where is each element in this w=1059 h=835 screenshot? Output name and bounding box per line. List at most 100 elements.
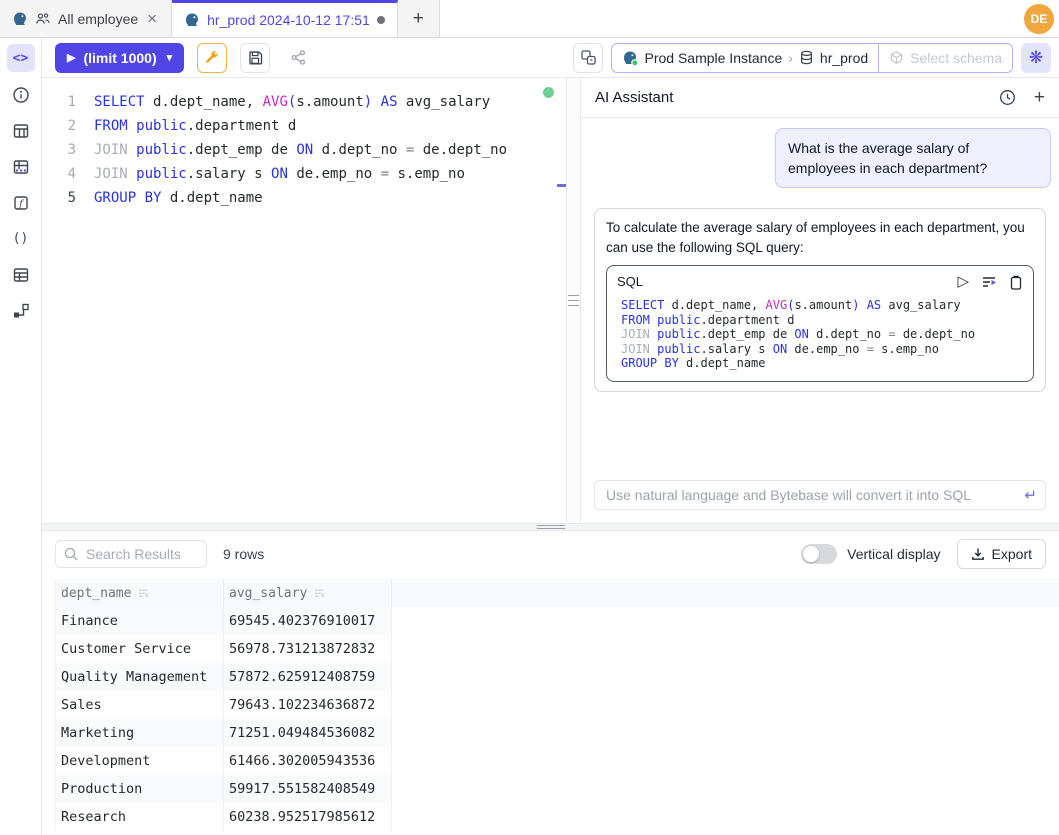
table-row[interactable]: Finance69545.402376910017 xyxy=(55,607,392,635)
table-cell[interactable]: 59917.551582408549 xyxy=(224,775,392,803)
batch-mode-button[interactable] xyxy=(573,43,603,73)
table-row[interactable]: Sales79643.102234636872 xyxy=(55,691,392,719)
editor-toolbar: ▶ (limit 1000) ▾ xyxy=(42,38,1059,78)
column-header[interactable]: dept_name xyxy=(56,579,224,607)
run-query-button[interactable]: ▶ (limit 1000) ▾ xyxy=(55,43,184,73)
insert-into-editor-button[interactable] xyxy=(981,275,997,289)
left-sidebar: <> f () xyxy=(0,38,42,835)
connection-breadcrumb: Prod Sample Instance › hr_prod Select sc… xyxy=(611,43,1013,73)
table-cell[interactable]: Finance xyxy=(56,607,224,635)
table-cell[interactable]: Quality Management xyxy=(56,663,224,691)
table-row[interactable]: Marketing71251.049484536082 xyxy=(55,719,392,747)
sidebar-item-schema-diagram[interactable] xyxy=(7,297,35,324)
horizontal-splitter[interactable] xyxy=(42,523,1059,531)
table-cell[interactable]: Development xyxy=(56,747,224,775)
table-cell[interactable]: Marketing xyxy=(56,719,224,747)
database-name: hr_prod xyxy=(820,50,868,66)
share-button[interactable] xyxy=(283,43,313,73)
column-label: avg_salary xyxy=(229,586,307,601)
new-chat-button[interactable]: + xyxy=(1034,87,1045,109)
results-grid: dept_name avg_salary Finance69545.4023769… xyxy=(55,579,1059,831)
table-row[interactable]: Production59917.551582408549 xyxy=(55,775,392,803)
table-cell[interactable]: Research xyxy=(56,803,224,831)
line-number: 4 xyxy=(42,162,76,186)
avatar[interactable]: DE xyxy=(1024,4,1054,34)
sidebar-item-procedures[interactable]: () xyxy=(7,225,35,252)
schema-diagram-icon xyxy=(12,302,30,320)
table-cell[interactable]: 61466.302005943536 xyxy=(224,747,392,775)
table-row[interactable]: Research60238.952517985612 xyxy=(55,803,392,831)
results-panel: 9 rows Vertical display Export dept_name… xyxy=(42,531,1059,835)
sort-icon[interactable] xyxy=(313,587,326,600)
table-cell[interactable]: 56978.731213872832 xyxy=(224,635,392,663)
results-header-row: dept_name avg_salary xyxy=(55,579,1059,607)
copy-icon xyxy=(1009,275,1023,290)
editor-line[interactable]: 5GROUP BY d.dept_name xyxy=(42,186,566,210)
table-cell[interactable]: 71251.049484536082 xyxy=(224,719,392,747)
sidebar-item-views[interactable] xyxy=(7,261,35,288)
tab-label: hr_prod 2024-10-12 17:51 xyxy=(207,12,370,28)
editor-line[interactable]: 2FROM public.department d xyxy=(42,114,566,138)
sidebar-item-data[interactable] xyxy=(7,153,35,180)
table-row[interactable]: Customer Service56978.731213872832 xyxy=(55,635,392,663)
table-cell[interactable]: 57872.625912408759 xyxy=(224,663,392,691)
connection-status-dot-icon xyxy=(543,87,554,98)
history-clock-icon[interactable] xyxy=(999,89,1016,106)
postgres-icon xyxy=(12,11,28,27)
code-text: GROUP BY d.dept_name xyxy=(76,186,263,210)
database-grid-icon xyxy=(12,158,30,176)
export-button[interactable]: Export xyxy=(957,539,1046,569)
vertical-display-label: Vertical display xyxy=(847,546,940,562)
editor-line[interactable]: 1SELECT d.dept_name, AVG(s.amount) AS av… xyxy=(42,90,566,114)
select-schema-button[interactable]: Select schema xyxy=(878,44,1012,72)
table-cell[interactable]: Customer Service xyxy=(56,635,224,663)
copy-code-button[interactable] xyxy=(1009,275,1023,290)
sidebar-item-functions[interactable]: f xyxy=(7,189,35,216)
sort-icon[interactable] xyxy=(137,587,150,600)
table-cell[interactable]: Production xyxy=(56,775,224,803)
chevron-down-icon[interactable]: ▾ xyxy=(167,51,173,64)
row-count: 9 rows xyxy=(223,546,264,562)
assistant-message: To calculate the average salary of emplo… xyxy=(594,208,1046,392)
add-tab-button[interactable]: + xyxy=(398,0,440,37)
function-icon: f xyxy=(12,194,30,212)
ai-code-line: SELECT d.dept_name, AVG(s.amount) AS avg… xyxy=(621,298,1023,313)
unsaved-dot-icon xyxy=(377,16,385,24)
ai-chat-area: What is the average salary of employees … xyxy=(581,118,1059,523)
code-text: JOIN public.salary s ON de.emp_no = s.em… xyxy=(76,162,465,186)
return-key-icon: ↵ xyxy=(1024,486,1037,504)
table2-icon xyxy=(12,266,30,284)
table-row[interactable]: Development61466.302005943536 xyxy=(55,747,392,775)
sidebar-item-tables[interactable] xyxy=(7,117,35,144)
table-row[interactable]: Quality Management57872.625912408759 xyxy=(55,663,392,691)
instance-database-selector[interactable]: Prod Sample Instance › hr_prod xyxy=(612,44,878,72)
sidebar-item-info[interactable] xyxy=(7,81,35,108)
info-icon xyxy=(12,86,30,104)
editor-line[interactable]: 4JOIN public.salary s ON de.emp_no = s.e… xyxy=(42,162,566,186)
parentheses-icon: () xyxy=(13,231,29,246)
table-cell[interactable]: 79643.102234636872 xyxy=(224,691,392,719)
sql-editor[interactable]: 1SELECT d.dept_name, AVG(s.amount) AS av… xyxy=(42,78,566,523)
svg-text:f: f xyxy=(18,198,24,209)
nl2sql-input[interactable] xyxy=(594,480,1046,510)
format-sql-button[interactable] xyxy=(197,43,227,73)
close-icon[interactable]: × xyxy=(145,10,159,27)
tab-all-employee[interactable]: All employee × xyxy=(0,0,172,37)
table-cell[interactable]: 69545.402376910017 xyxy=(224,607,392,635)
schema-placeholder: Select schema xyxy=(910,50,1002,66)
openai-assistant-button[interactable]: ❋ xyxy=(1021,43,1051,73)
vertical-display-toggle[interactable] xyxy=(801,544,837,564)
sidebar-item-sql-editor[interactable]: <> xyxy=(7,44,35,72)
postgres-icon xyxy=(184,12,200,28)
run-code-button[interactable]: ▷ xyxy=(957,272,969,292)
column-header[interactable]: avg_salary xyxy=(224,579,392,607)
ai-code-line: GROUP BY d.dept_name xyxy=(621,356,1023,371)
ai-assistant-panel: AI Assistant + What is the average salar… xyxy=(581,78,1059,523)
editor-line[interactable]: 3JOIN public.dept_emp de ON d.dept_no = … xyxy=(42,138,566,162)
table-cell[interactable]: Sales xyxy=(56,691,224,719)
table-cell[interactable]: 60238.952517985612 xyxy=(224,803,392,831)
tab-hr-prod[interactable]: hr_prod 2024-10-12 17:51 xyxy=(172,0,398,37)
save-sheet-button[interactable] xyxy=(240,43,270,73)
code-text: JOIN public.dept_emp de ON d.dept_no = d… xyxy=(76,138,507,162)
vertical-splitter[interactable] xyxy=(566,78,581,523)
